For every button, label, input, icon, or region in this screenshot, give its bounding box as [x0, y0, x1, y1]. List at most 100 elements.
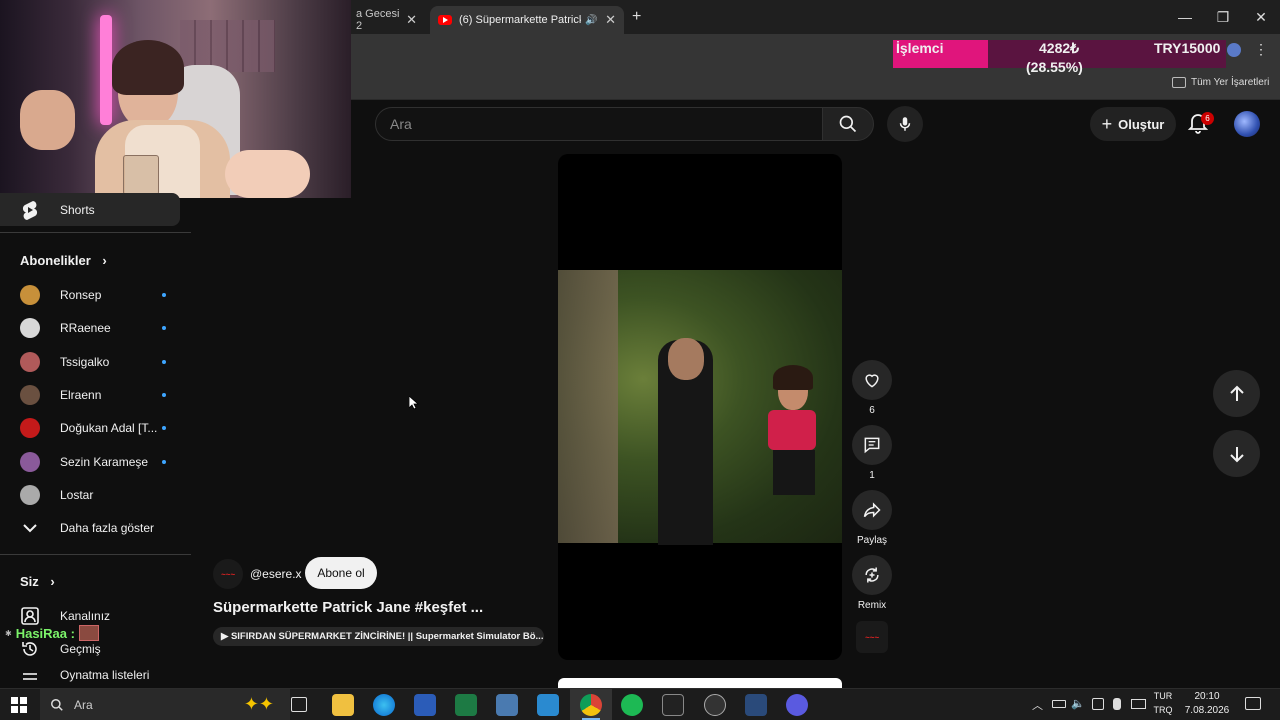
sidebar-item-subscription[interactable]: Tssigalko [0, 345, 180, 378]
sidebar-item-shorts[interactable]: Shorts [0, 193, 180, 226]
sidebar-item-label: Sezin Karameşe [60, 454, 149, 469]
discord-icon[interactable] [786, 694, 808, 716]
taskbar-search-placeholder: Ara [74, 697, 93, 712]
search-button[interactable] [822, 107, 874, 141]
browser-tab-previous[interactable]: a Gecesi 2 ✕ [340, 6, 425, 34]
new-content-dot [162, 392, 166, 397]
short-title[interactable]: Süpermarkette Patrick Jane #keşfet ... [213, 599, 483, 616]
sidebar-item-playlists[interactable]: Oynatma listeleri [0, 666, 180, 688]
speaker-icon[interactable]: 🔊 [585, 15, 597, 26]
sidebar-item-subscription[interactable]: Ronsep [0, 278, 180, 311]
channel-logo-icon: ~~~ [864, 632, 879, 642]
sidebar-item-label: Ronsep [60, 287, 102, 302]
sidebar-item-subscription[interactable]: Doğukan Adal [T... [0, 411, 180, 444]
steam-icon[interactable] [704, 694, 726, 716]
volume-icon[interactable]: 🔈 [1071, 697, 1085, 710]
browser-tab-youtube[interactable]: (6) Süpermarkette Patrick Ja 🔊 ✕ [430, 6, 624, 34]
next-short-preview[interactable] [558, 678, 842, 688]
new-content-dot [162, 359, 166, 364]
chrome-taskbar-button[interactable] [570, 689, 612, 720]
tray-chevron-up-icon[interactable]: ︿ [1032, 697, 1043, 713]
excel-icon[interactable] [455, 694, 477, 716]
shorts-player[interactable] [558, 154, 842, 660]
like-button[interactable] [852, 360, 892, 400]
channel-avatar [20, 484, 40, 505]
remix-button[interactable] [852, 555, 892, 595]
microphone-tray-icon[interactable] [1113, 698, 1121, 710]
taskbar-search-input[interactable]: Ara ✦✦ [40, 689, 290, 720]
app-icon[interactable] [745, 694, 767, 716]
history-icon [20, 639, 40, 659]
profile-icon[interactable] [1227, 43, 1241, 57]
sidebar-divider [0, 554, 191, 555]
tab-label: (6) Süpermarkette Patrick Ja [459, 14, 581, 26]
clock-date[interactable]: 7.08.2026 [1182, 705, 1232, 716]
chevron-right-icon: › [50, 574, 55, 589]
spotify-icon[interactable] [621, 694, 643, 716]
comments-button[interactable] [852, 425, 892, 465]
you-heading[interactable]: Siz › [20, 574, 55, 589]
sidebar-item-label: Elraenn [60, 387, 102, 402]
share-button[interactable] [852, 490, 892, 530]
channel-handle[interactable]: @esere.x [250, 567, 302, 581]
voice-search-button[interactable] [887, 106, 923, 142]
calculator-icon[interactable] [496, 694, 518, 716]
account-avatar[interactable] [1234, 111, 1260, 137]
all-bookmarks-link[interactable]: Tüm Yer İşaretleri [1191, 77, 1269, 88]
close-tab-icon[interactable]: ✕ [605, 12, 616, 28]
cpu-value: 4282₺ [1039, 40, 1080, 56]
chat-emote [78, 625, 99, 641]
shorts-icon [20, 200, 40, 220]
new-content-dot [162, 459, 166, 464]
menu-dots-icon[interactable]: ⋮ [1254, 41, 1268, 58]
next-short-button[interactable] [1213, 430, 1260, 477]
woman-shorts [773, 450, 815, 495]
windows-start-icon[interactable] [11, 697, 27, 713]
sidebar-item-subscription[interactable]: Sezin Karameşe [0, 445, 180, 478]
new-content-dot [162, 425, 166, 430]
channel-avatar[interactable]: ~~~ [213, 559, 243, 589]
edge-icon[interactable] [373, 694, 395, 716]
display-icon[interactable] [1131, 699, 1146, 709]
search-input[interactable]: Ara [375, 107, 823, 141]
channel-avatar [20, 284, 40, 305]
create-label: Oluştur [1118, 116, 1165, 132]
store-icon[interactable] [537, 694, 559, 716]
battery-icon[interactable] [1052, 700, 1066, 708]
sidebar-item-subscription[interactable]: RRaenee [0, 311, 180, 344]
sidebar-item-label: Lostar [60, 487, 94, 502]
maximize-icon[interactable]: ❐ [1204, 0, 1242, 34]
subscribe-button[interactable]: Abone ol [305, 557, 377, 589]
subscriptions-heading[interactable]: Abonelikler › [20, 253, 107, 268]
minimize-icon[interactable]: — [1166, 0, 1204, 34]
clock-time[interactable]: 20:10 [1182, 691, 1232, 702]
create-button[interactable]: + Oluştur [1090, 107, 1176, 141]
new-tab-icon[interactable]: + [632, 8, 641, 26]
word-icon[interactable] [414, 694, 436, 716]
subscriptions-heading-label: Abonelikler [20, 253, 91, 268]
cpu-donation-widget: İşlemci 4282₺ (28.55%) TRY15000 [893, 40, 1226, 75]
network-icon[interactable] [1092, 698, 1104, 710]
remix-label: Remix [857, 600, 887, 611]
show-more-button[interactable]: Daha fazla göster [0, 511, 180, 544]
channel-avatar [20, 384, 40, 405]
obs-icon[interactable] [662, 694, 684, 716]
audio-source-thumbnail[interactable]: ~~~ [856, 621, 888, 653]
neon-light [100, 15, 112, 125]
previous-short-button[interactable] [1213, 370, 1260, 417]
close-tab-icon[interactable]: ✕ [406, 12, 417, 28]
share-label: Paylaş [856, 535, 887, 546]
sidebar-item-subscription[interactable]: Elraenn [0, 378, 180, 411]
sparkle-icon: ✦✦ [243, 694, 274, 714]
woman-hair [773, 365, 813, 390]
close-window-icon[interactable]: ✕ [1242, 0, 1280, 34]
arrow-up-icon [1229, 385, 1244, 401]
language-indicator-top[interactable]: TUR [1150, 691, 1176, 701]
task-view-icon[interactable] [291, 697, 307, 712]
sidebar-item-subscription[interactable]: Lostar [0, 478, 180, 511]
notifications-center-icon[interactable] [1245, 697, 1261, 710]
person-hair [112, 40, 184, 95]
language-indicator-bottom[interactable]: TRQ [1150, 705, 1176, 715]
file-explorer-icon[interactable] [332, 694, 354, 716]
related-video-link[interactable]: ▶ SIFIRDAN SÜPERMARKET ZİNCİRİNE! || Sup… [213, 627, 544, 646]
